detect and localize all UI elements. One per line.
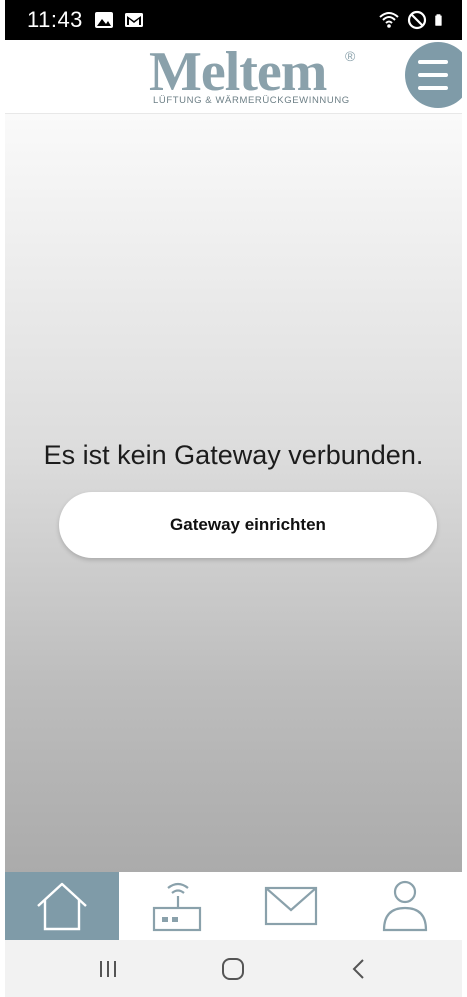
image-icon xyxy=(94,12,113,28)
logo-wordmark: Meltem xyxy=(149,41,327,103)
hamburger-icon-bar xyxy=(418,86,448,90)
logo-tagline: LÜFTUNG & WÄRMERÜCKGEWINNUNG xyxy=(153,95,350,106)
recent-apps-icon xyxy=(99,960,116,977)
home-icon xyxy=(37,882,87,931)
tab-gateway[interactable] xyxy=(119,872,233,940)
home-circle-icon xyxy=(222,957,245,980)
logo-registered-mark: ® xyxy=(345,48,356,64)
system-home-button[interactable] xyxy=(203,949,263,989)
battery-icon xyxy=(435,14,442,26)
user-icon xyxy=(382,880,427,932)
status-bar: 11:43 xyxy=(5,0,462,40)
hamburger-icon-bar xyxy=(418,73,448,77)
wifi-icon xyxy=(379,12,399,28)
do-not-disturb-icon xyxy=(407,10,427,30)
gmail-icon xyxy=(124,13,143,27)
status-time: 11:43 xyxy=(27,7,83,32)
no-gateway-message: Es ist kein Gateway verbunden. xyxy=(43,440,424,470)
gateway-setup-button[interactable]: Gateway einrichten xyxy=(59,492,437,558)
mail-icon xyxy=(264,886,317,926)
tab-profile[interactable] xyxy=(348,872,462,940)
bottom-tab-bar xyxy=(5,872,462,940)
menu-button[interactable] xyxy=(405,42,462,108)
status-left-icons xyxy=(93,9,145,31)
gateway-router-icon xyxy=(153,882,202,932)
hamburger-icon xyxy=(418,60,448,64)
app-frame: 11:43 Meltem ® LÜFTUNG & WÄRMERÜCKGEWINN… xyxy=(5,0,462,997)
meltem-logo: Meltem ® LÜFTUNG & WÄRMERÜCKGEWINNUNG xyxy=(145,44,365,110)
system-nav-bar xyxy=(5,940,462,997)
app-header: Meltem ® LÜFTUNG & WÄRMERÜCKGEWINNUNG xyxy=(5,40,462,114)
recent-apps-button[interactable] xyxy=(78,949,138,989)
back-button[interactable] xyxy=(329,949,389,989)
tab-messages[interactable] xyxy=(234,872,348,940)
tab-home[interactable] xyxy=(5,872,120,940)
main-content: Es ist kein Gateway verbunden. Gateway e… xyxy=(5,114,462,872)
status-right-icons xyxy=(378,9,448,31)
back-icon xyxy=(352,958,364,979)
